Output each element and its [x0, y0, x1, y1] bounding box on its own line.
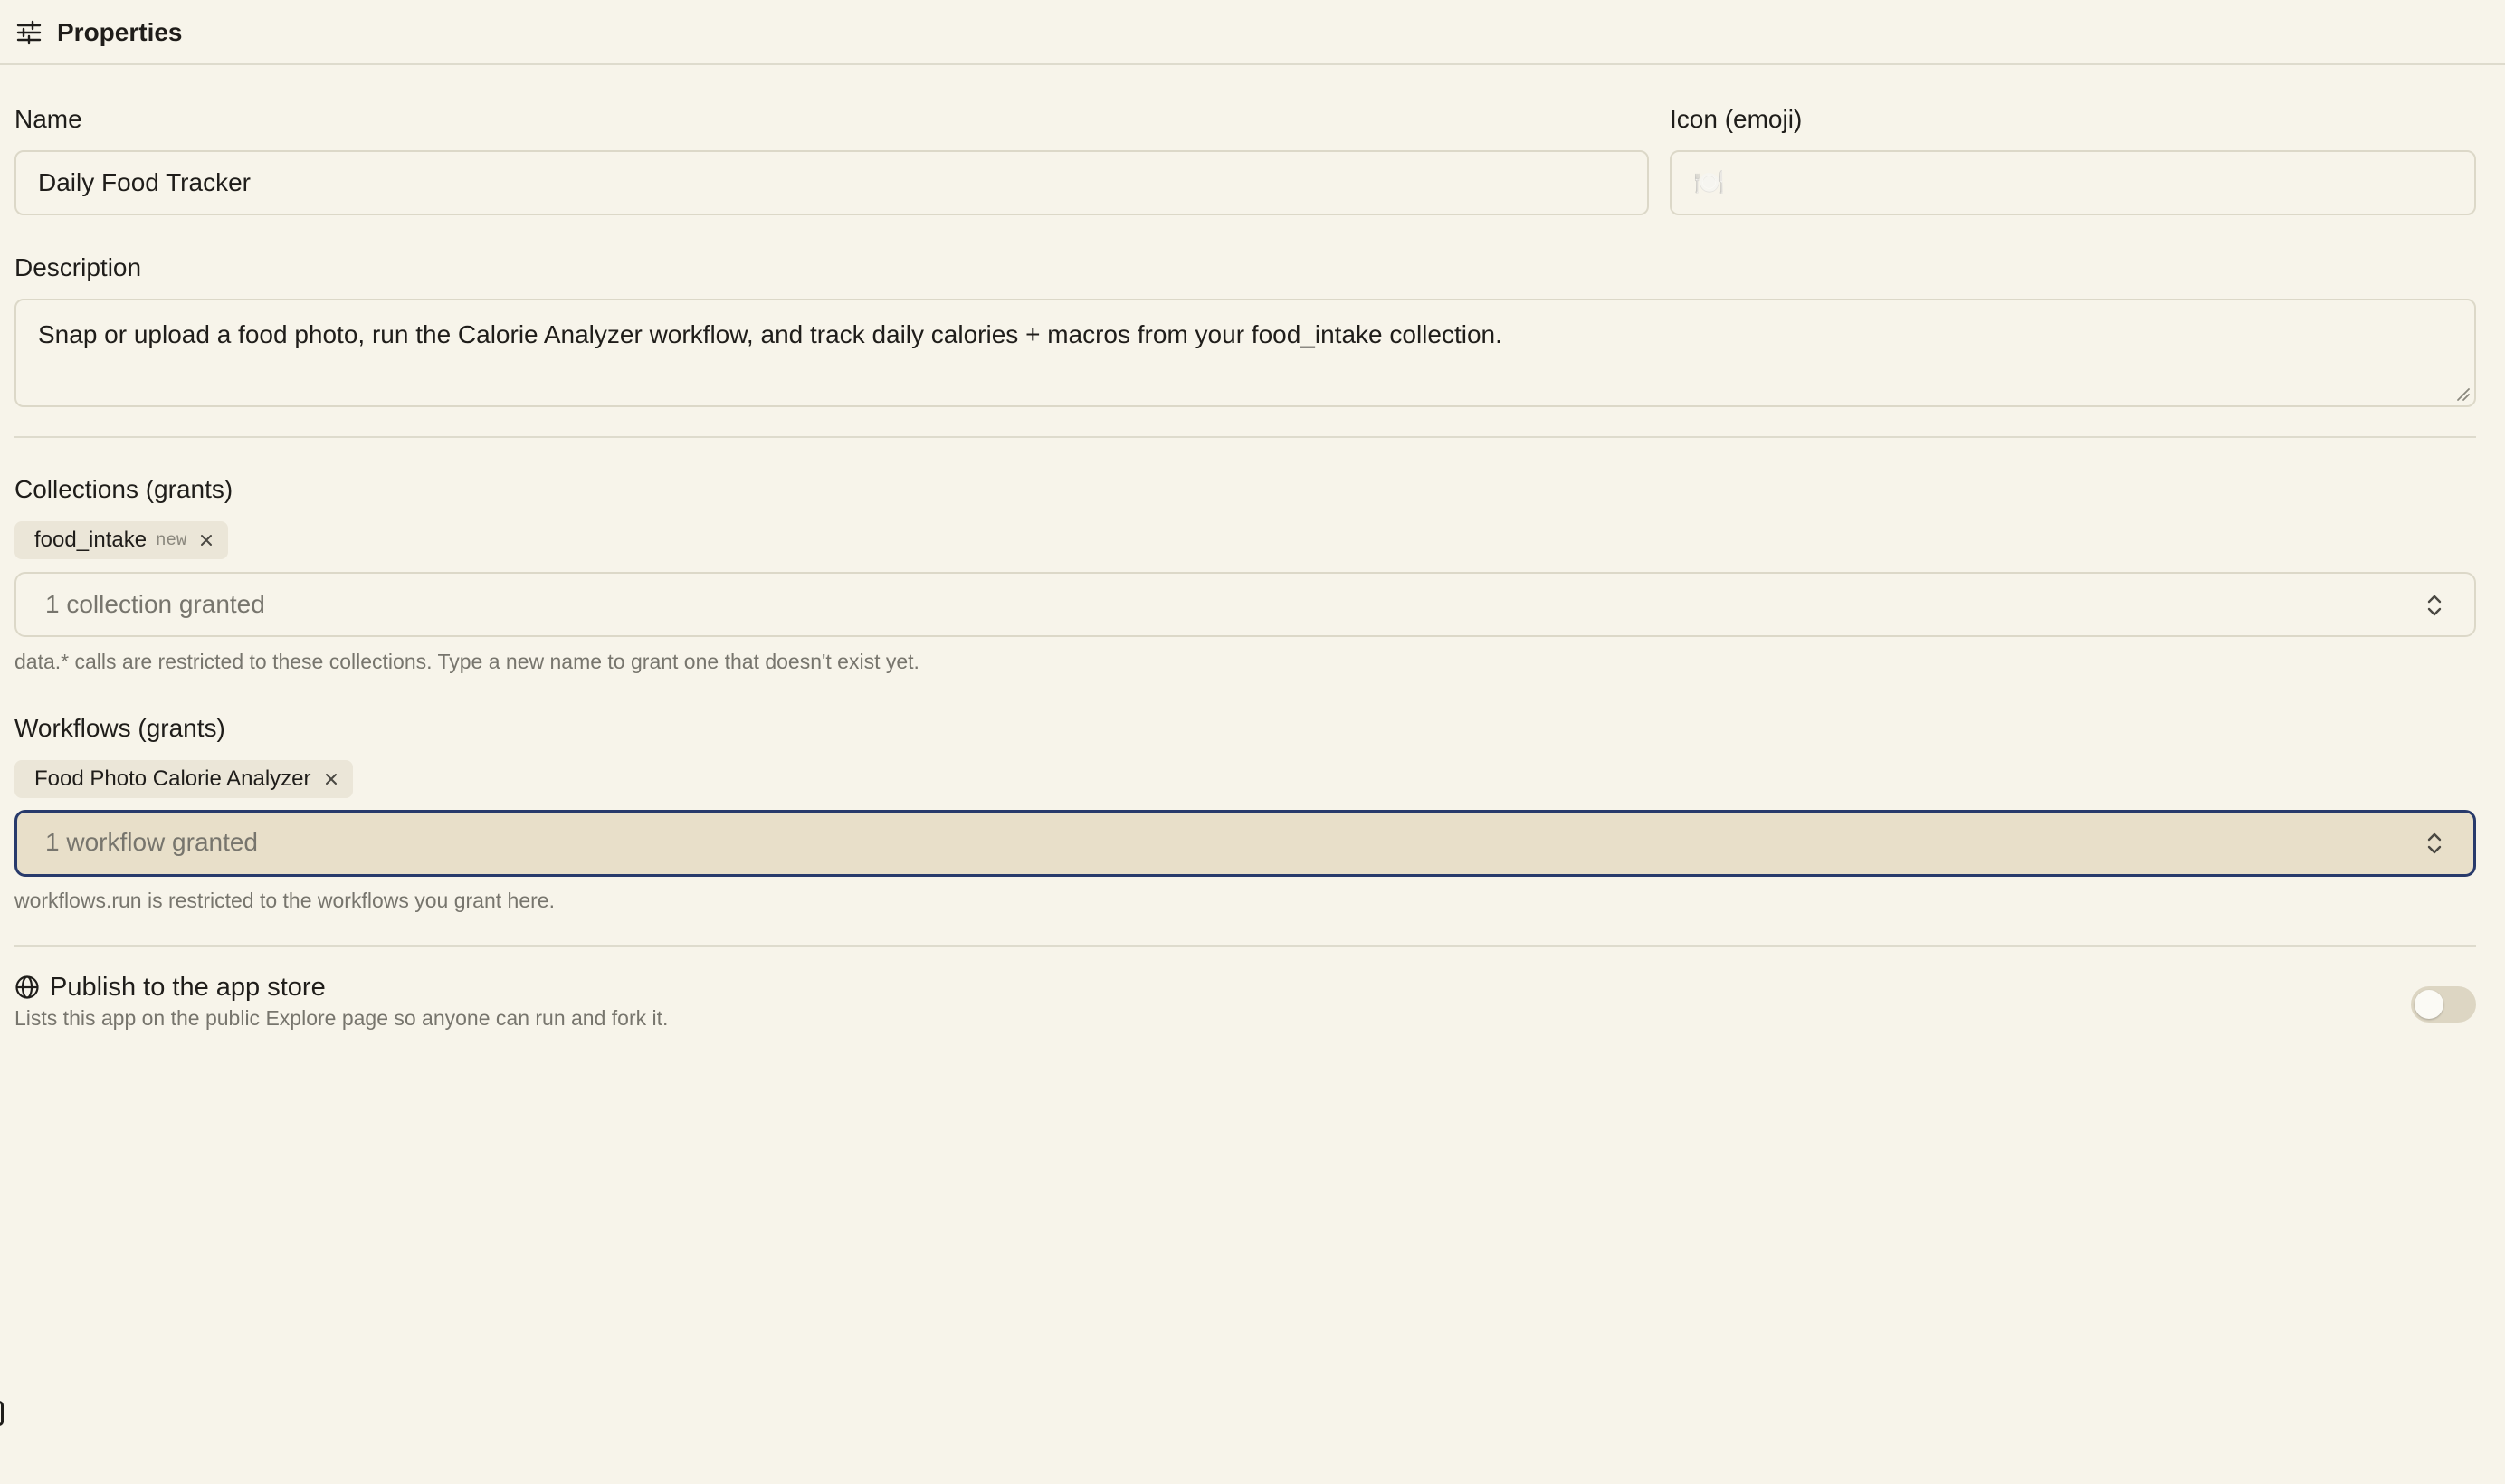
globe-icon: [15, 975, 39, 999]
chevron-up-down-icon: [2427, 595, 2442, 616]
panel-title: Properties: [57, 18, 183, 46]
remove-workflow-icon[interactable]: [320, 768, 342, 790]
properties-header: Properties: [0, 0, 2505, 65]
name-value: Daily Food Tracker: [38, 168, 251, 196]
icon-emoji-input[interactable]: 🍽️: [1670, 150, 2476, 215]
icon-label: Icon (emoji): [1670, 105, 1803, 133]
publish-toggle[interactable]: [2411, 986, 2476, 1023]
description-textarea[interactable]: Snap or upload a food photo, run the Cal…: [14, 299, 2476, 407]
chevron-up-down-icon: [2427, 832, 2442, 854]
collections-hint: data.* calls are restricted to these col…: [14, 650, 919, 673]
collections-select[interactable]: 1 collection granted: [14, 572, 2476, 637]
sliders-icon: [16, 20, 42, 45]
name-label: Name: [14, 105, 82, 133]
workflows-select-value: 1 workflow granted: [45, 828, 259, 856]
workflows-hint: workflows.run is restricted to the workf…: [14, 889, 555, 912]
remove-collection-icon[interactable]: [195, 529, 217, 551]
workflow-chip-label: Food Photo Calorie Analyzer: [34, 766, 311, 791]
section-divider: [14, 436, 2476, 438]
toggle-knob: [2415, 990, 2443, 1019]
collections-select-value: 1 collection granted: [45, 590, 265, 618]
publish-description: Lists this app on the public Explore pag…: [14, 1006, 669, 1030]
workflow-chip: Food Photo Calorie Analyzer: [14, 760, 353, 798]
section-divider: [14, 945, 2476, 947]
publish-title: Publish to the app store: [50, 973, 326, 1002]
description-value: Snap or upload a food photo, run the Cal…: [38, 320, 1502, 348]
collections-label: Collections (grants): [14, 475, 233, 503]
workflows-select[interactable]: 1 workflow granted: [14, 810, 2476, 877]
collection-chip-new-tag: new: [156, 530, 187, 550]
collection-chip-label: food_intake: [34, 528, 148, 552]
scroll-handle: [0, 1401, 4, 1426]
workflows-label: Workflows (grants): [14, 714, 225, 742]
icon-emoji-value: 🍽️: [1693, 168, 1725, 196]
resize-grip-icon[interactable]: [2454, 385, 2471, 402]
description-label: Description: [14, 253, 142, 281]
name-input[interactable]: Daily Food Tracker: [14, 150, 1649, 215]
collection-chip: food_intake new: [14, 521, 229, 559]
